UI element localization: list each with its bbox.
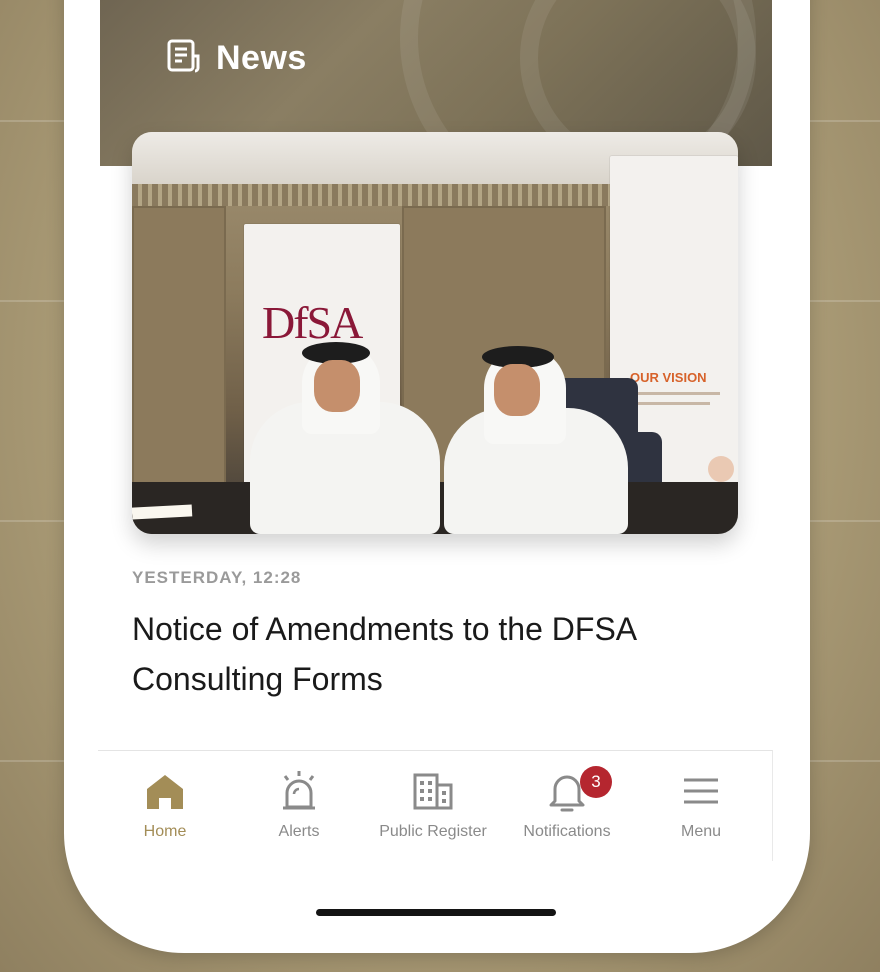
tab-menu-label: Menu: [680, 823, 722, 840]
tab-notifications[interactable]: 3 Notifications: [500, 766, 634, 841]
tab-home-label: Home: [143, 823, 187, 840]
tab-notifications-label: Notifications: [523, 823, 611, 840]
home-indicator[interactable]: [316, 909, 556, 916]
tab-alerts-label: Alerts: [278, 823, 320, 840]
page-title: News: [166, 38, 307, 79]
article-photo[interactable]: DfSA OUR VISION: [132, 132, 738, 534]
tab-alerts[interactable]: Alerts: [232, 769, 366, 841]
building-icon: [411, 771, 455, 816]
home-icon: [144, 771, 186, 816]
hamburger-icon: [682, 776, 720, 811]
article-headline[interactable]: Notice of Amendments to the DFSA Consult…: [132, 604, 732, 704]
news-title-label: News: [216, 39, 307, 77]
tab-home[interactable]: Home: [98, 769, 232, 841]
alarm-icon: [277, 769, 321, 818]
tab-public-register[interactable]: Public Register: [366, 769, 500, 841]
phone-screen: News DfSA OUR VISION YESTERDAY, 12:28 No…: [64, 0, 810, 953]
tab-public-register-label: Public Register: [379, 823, 487, 840]
tab-menu[interactable]: Menu: [634, 769, 768, 841]
bottom-tab-bar: Home Alerts Public Register 3 Notificati…: [98, 750, 773, 861]
news-icon: [166, 38, 202, 79]
vision-banner-text: OUR VISION: [630, 370, 707, 385]
notifications-badge: 3: [580, 766, 612, 798]
article-timestamp: YESTERDAY, 12:28: [132, 568, 302, 587]
